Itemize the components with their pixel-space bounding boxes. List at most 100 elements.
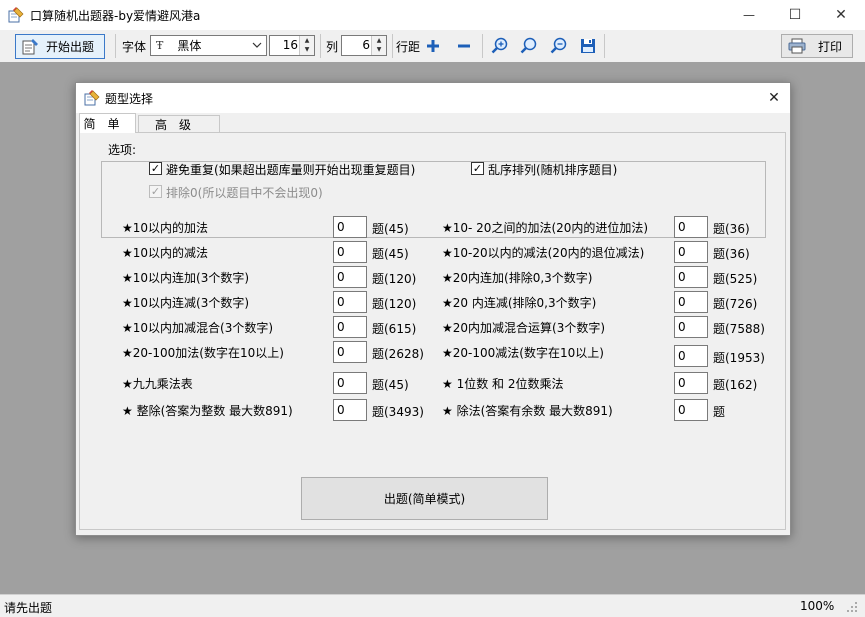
columns-stepper[interactable]: 6 ▲ ▼: [341, 35, 387, 56]
decrease-spacing-button[interactable]: [453, 36, 475, 56]
question-label-left: ★10以内加减混合(3个数字): [122, 321, 274, 335]
font-size-value: 16: [282, 38, 298, 52]
zoom-level: 100%: [800, 599, 835, 613]
arrow-down-icon[interactable]: ▼: [300, 45, 314, 54]
start-label: 开始出题: [46, 40, 95, 54]
question-count-input[interactable]: [333, 291, 367, 313]
question-count-input[interactable]: [674, 241, 708, 263]
zoom-icon: [520, 37, 537, 54]
zoom-out-button[interactable]: [548, 36, 570, 56]
question-type-dialog: 题型选择 ✕ 简单 高级 选项: ✓ 避免重复(如果超出题库量则开始出现重复题目…: [75, 82, 791, 536]
font-select[interactable]: Ŧ 黑体: [150, 35, 267, 56]
question-total: 题(36): [713, 222, 750, 236]
font-type-icon: Ŧ: [156, 39, 164, 52]
dialog-close-button[interactable]: ✕: [762, 88, 786, 108]
question-label-left: ★ 整除(答案为整数 最大数891): [122, 404, 293, 418]
question-label-right: ★20内加减混合运算(3个数字): [442, 321, 606, 335]
question-total: 题(120): [372, 297, 417, 311]
toolbar: 开始出题 字体 Ŧ 黑体 16 ▲ ▼ 列 6 ▲ ▼ 行距 打印: [0, 30, 865, 63]
question-count-input[interactable]: [674, 266, 708, 288]
avoid-repeat-label[interactable]: 避免重复(如果超出题库量则开始出现重复题目): [166, 161, 415, 178]
printer-icon: [788, 38, 806, 54]
columns-arrows[interactable]: ▲ ▼: [371, 36, 386, 55]
maximize-icon: ☐: [788, 7, 802, 23]
close-button[interactable]: ✕: [818, 0, 864, 30]
toolbar-separator: [392, 34, 393, 58]
toolbar-separator: [115, 34, 116, 58]
question-label-right: ★20内连加(排除0,3个数字): [442, 271, 593, 285]
question-label-right: ★ 1位数 和 2位数乘法: [442, 377, 564, 391]
question-total: 题(3493): [372, 405, 424, 419]
exclude-zero-label[interactable]: 排除0(所以题目中不会出现0): [166, 184, 323, 201]
question-total: 题(7588): [713, 322, 765, 336]
question-count-input[interactable]: [674, 372, 708, 394]
question-label-left: ★10以内的加法: [122, 221, 209, 235]
generate-button[interactable]: 出题(简单模式): [301, 477, 548, 520]
columns-value: 6: [362, 38, 370, 52]
question-total: 题(615): [372, 322, 417, 336]
print-button[interactable]: 打印: [781, 34, 853, 58]
options-group-label: 选项:: [106, 141, 139, 158]
minimize-button[interactable]: —: [726, 0, 772, 30]
question-count-input[interactable]: [674, 399, 708, 421]
arrow-down-icon[interactable]: ▼: [372, 45, 386, 54]
question-total: 题: [713, 405, 726, 419]
question-label-right: ★ 除法(答案有余数 最大数891): [442, 404, 613, 418]
question-total: 题(45): [372, 222, 409, 236]
question-label-left: ★10以内的减法: [122, 246, 209, 260]
shuffle-label[interactable]: 乱序排列(随机排序题目): [488, 161, 617, 178]
question-count-input[interactable]: [333, 266, 367, 288]
line-spacing-label: 行距: [396, 40, 421, 54]
font-size-arrows[interactable]: ▲ ▼: [299, 36, 314, 55]
question-count-input[interactable]: [674, 316, 708, 338]
dialog-app-icon: [84, 90, 100, 106]
question-total: 题(120): [372, 272, 417, 286]
columns-label: 列: [326, 40, 339, 54]
app-icon: [8, 7, 24, 23]
question-count-input[interactable]: [333, 316, 367, 338]
chevron-down-icon: [252, 39, 262, 53]
increase-spacing-button[interactable]: [422, 36, 444, 56]
tab-advanced[interactable]: 高级: [138, 115, 220, 133]
question-count-input[interactable]: [333, 341, 367, 363]
font-select-value: 黑体: [177, 39, 202, 53]
tab-simple[interactable]: 简单: [79, 113, 136, 133]
resize-grip-icon[interactable]: [846, 601, 858, 616]
exclude-zero-checkbox[interactable]: ✓: [149, 185, 162, 198]
question-total: 题(45): [372, 247, 409, 261]
start-button[interactable]: 开始出题: [15, 34, 105, 59]
question-total: 题(525): [713, 272, 758, 286]
question-label-left: ★10以内连加(3个数字): [122, 271, 250, 285]
toolbar-separator: [320, 34, 321, 58]
title-bar: 口算随机出题器-by爱情避风港a — ☐ ✕: [0, 0, 865, 30]
question-count-input[interactable]: [333, 241, 367, 263]
arrow-up-icon[interactable]: ▲: [372, 36, 386, 45]
question-count-input[interactable]: [674, 345, 708, 367]
avoid-repeat-checkbox[interactable]: ✓: [149, 162, 162, 175]
toolbar-separator: [604, 34, 605, 58]
arrow-up-icon[interactable]: ▲: [300, 36, 314, 45]
plus-icon: [427, 40, 439, 52]
zoom-out-icon: [550, 37, 567, 54]
maximize-button[interactable]: ☐: [772, 0, 818, 30]
zoom-in-button[interactable]: [489, 36, 511, 56]
question-count-input[interactable]: [674, 216, 708, 238]
question-total: 题(1953): [713, 351, 765, 365]
zoom-reset-button[interactable]: [518, 36, 540, 56]
zoom-in-icon: [491, 37, 508, 54]
question-count-input[interactable]: [674, 291, 708, 313]
font-size-stepper[interactable]: 16 ▲ ▼: [269, 35, 315, 56]
question-label-left: ★20-100加法(数字在10以上): [122, 346, 284, 360]
minus-icon: [458, 44, 470, 48]
question-label-right: ★10-20以内的减法(20内的退位减法): [442, 246, 645, 260]
shuffle-checkbox[interactable]: ✓: [471, 162, 484, 175]
question-count-input[interactable]: [333, 216, 367, 238]
dialog-body: 简单 高级 选项: ✓ 避免重复(如果超出题库量则开始出现重复题目) ✓ 乱序排…: [76, 113, 790, 535]
question-count-input[interactable]: [333, 399, 367, 421]
question-total: 题(726): [713, 297, 758, 311]
question-label-right: ★20-100减法(数字在10以上): [442, 346, 604, 360]
font-label: 字体: [122, 40, 147, 54]
question-count-input[interactable]: [333, 372, 367, 394]
status-bar: 请先出题 100%: [0, 594, 865, 617]
save-button[interactable]: [577, 36, 599, 56]
